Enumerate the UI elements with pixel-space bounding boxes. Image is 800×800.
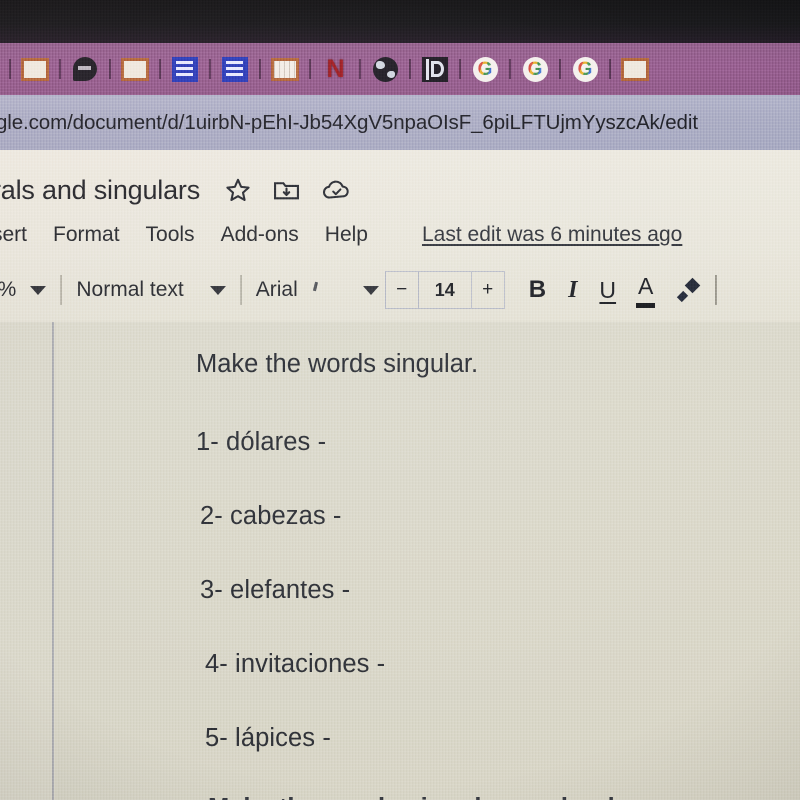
menu-item-addons[interactable]: Add-ons <box>221 223 299 247</box>
chevron-down-icon <box>209 285 226 295</box>
google-icon: G <box>470 56 500 82</box>
browser-tab[interactable]: G <box>470 43 500 95</box>
tab-divider <box>109 59 111 79</box>
decrease-font-size-button[interactable]: − <box>386 272 418 308</box>
google-docs-app: rals and singulars ert Format Tools Add-… <box>0 150 800 800</box>
url-text: gle.com/document/d/1uirbN-pEhI-Jb54XgV5n… <box>0 110 698 134</box>
speech-bubble-icon <box>70 57 100 81</box>
monitor-photo: N G G G gle.com/document/d/1uirbN-pEhI-J… <box>0 0 800 800</box>
document-list-item: 1- dólares - <box>196 428 327 456</box>
toolbar-divider <box>60 275 63 305</box>
highlighter-pen-icon[interactable] <box>675 277 701 303</box>
browser-tab[interactable] <box>270 43 300 95</box>
browser-tab[interactable] <box>20 43 50 95</box>
document-title-row: rals and singulars <box>0 170 352 210</box>
google-icon-label: G <box>577 58 593 80</box>
tab-divider <box>359 59 361 79</box>
document-list-item: 3- elefantes - <box>200 576 351 604</box>
tab-divider <box>159 59 161 79</box>
tab-divider <box>459 59 461 79</box>
p-logo-icon <box>420 56 450 82</box>
document-orange-icon <box>620 57 650 81</box>
tab-divider <box>609 59 611 79</box>
google-docs-icon <box>170 56 200 82</box>
spreadsheet-orange-icon <box>270 57 300 81</box>
document-list-item: 4- invitaciones - <box>205 650 386 678</box>
docs-menu-bar[interactable]: sert Format Tools Add-ons Help Last edit… <box>0 218 682 252</box>
menu-item-insert[interactable]: sert <box>0 223 27 247</box>
italic-button[interactable]: I <box>568 277 577 304</box>
document-heading: Make the words singular. <box>196 350 479 378</box>
tab-divider <box>309 59 311 79</box>
browser-tab[interactable] <box>120 43 150 95</box>
browser-tab[interactable] <box>220 43 250 95</box>
increase-font-size-button[interactable]: + <box>472 272 504 308</box>
font-value: Arial <box>255 278 298 301</box>
document-orange-icon <box>120 57 150 81</box>
underline-button[interactable]: U <box>599 277 616 304</box>
document-list-item: 5- lápices - <box>205 724 331 752</box>
document-list-item: 2- cabezas - <box>200 502 342 530</box>
paragraph-style-selector[interactable]: Normal text <box>76 278 226 302</box>
browser-tab[interactable] <box>370 43 400 95</box>
title-icon-group <box>225 177 352 203</box>
browser-tab[interactable]: G <box>520 43 550 95</box>
browser-tab-strip[interactable]: N G G G <box>0 43 800 95</box>
browser-tab[interactable]: N <box>320 43 350 95</box>
browser-tab[interactable]: G <box>570 43 600 95</box>
last-edit-link[interactable]: Last edit was 6 minutes ago <box>422 223 682 247</box>
google-icon: G <box>570 56 600 82</box>
font-size-input[interactable]: 14 <box>419 272 471 308</box>
document-orange-icon <box>20 57 50 81</box>
document-footer-heading: Make the words singular or plural <box>208 794 790 800</box>
browser-tab[interactable] <box>620 43 650 95</box>
cloud-saved-icon[interactable] <box>322 178 352 202</box>
chevron-down-icon <box>362 285 379 295</box>
tab-divider <box>9 59 11 79</box>
browser-tab[interactable] <box>70 43 100 95</box>
zoom-selector[interactable]: 0% <box>0 278 47 302</box>
bold-button[interactable]: B <box>529 276 546 304</box>
font-truncation-mark <box>312 281 318 291</box>
globe-icon <box>370 56 400 82</box>
text-format-buttons: B I U A <box>529 273 702 308</box>
font-size-stepper[interactable]: − 14 + <box>384 271 505 309</box>
menu-item-tools[interactable]: Tools <box>146 223 195 247</box>
screen-bezel-top <box>0 0 800 43</box>
tab-divider <box>409 59 411 79</box>
chevron-down-icon <box>30 285 47 295</box>
google-icon-label: G <box>477 58 493 80</box>
browser-tab[interactable] <box>170 43 200 95</box>
netflix-icon-label: N <box>326 54 344 83</box>
text-color-button[interactable]: A <box>636 273 656 308</box>
docs-toolbar[interactable]: 0% Normal text Arial − 14 <box>0 266 718 314</box>
toolbar-divider <box>715 275 718 305</box>
star-icon[interactable] <box>225 177 251 203</box>
paragraph-style-value: Normal text <box>76 278 184 301</box>
tab-divider <box>59 59 61 79</box>
move-to-folder-icon[interactable] <box>273 178 300 202</box>
docs-header: rals and singulars ert Format Tools Add-… <box>0 150 800 322</box>
document-title[interactable]: rals and singulars <box>0 175 200 206</box>
tab-divider <box>209 59 211 79</box>
font-selector[interactable]: Arial <box>256 278 379 302</box>
menu-item-help[interactable]: Help <box>325 223 368 247</box>
document-canvas[interactable]: Make the words singular. 1- dólares - 2-… <box>0 322 800 800</box>
document-text-body[interactable]: Make the words singular. 1- dólares - 2-… <box>196 322 790 800</box>
toolbar-divider <box>239 275 242 305</box>
zoom-value: 0% <box>0 278 16 302</box>
tab-divider <box>559 59 561 79</box>
menu-item-format[interactable]: Format <box>53 223 120 247</box>
browser-tab[interactable] <box>420 43 450 95</box>
tab-divider <box>259 59 261 79</box>
google-docs-icon <box>220 56 250 82</box>
page-left-edge <box>52 322 54 800</box>
address-bar[interactable]: gle.com/document/d/1uirbN-pEhI-Jb54XgV5n… <box>0 95 800 150</box>
netflix-icon: N <box>320 54 350 83</box>
tab-divider <box>509 59 511 79</box>
google-icon: G <box>520 56 550 82</box>
document-page[interactable]: Make the words singular. 1- dólares - 2-… <box>56 322 800 800</box>
google-icon-label: G <box>527 58 543 80</box>
